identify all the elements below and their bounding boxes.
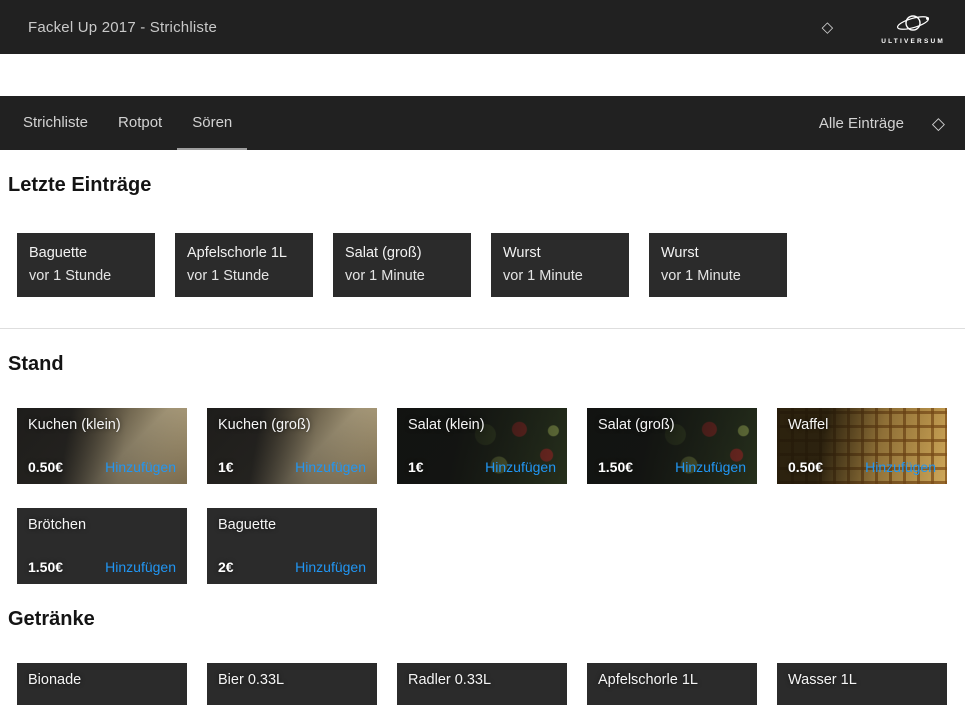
product-card: Radler 0.33L (397, 663, 567, 705)
product-name: Brötchen (28, 517, 86, 533)
product-name: Waffel (788, 417, 828, 433)
product-name: Apfelschorle 1L (598, 672, 698, 688)
product-price: 1.50€ (28, 559, 63, 575)
section-title-recent: Letzte Einträge (8, 174, 957, 197)
product-name: Bionade (28, 672, 81, 688)
app-header: Fackel Up 2017 - Strichliste ◇ ULTIVERSU… (0, 0, 965, 54)
tab-bar: Strichliste Rotpot Sören Alle Einträge ◇ (0, 96, 965, 150)
product-card: Baguette 2€ Hinzufügen (207, 508, 377, 584)
product-price: 1€ (218, 459, 234, 475)
recent-entry-time: vor 1 Minute (661, 265, 775, 288)
page: Fackel Up 2017 - Strichliste ◇ ULTIVERSU… (0, 0, 965, 705)
recent-entry-card[interactable]: Wurst vor 1 Minute (491, 233, 629, 297)
recent-entry-card[interactable]: Apfelschorle 1L vor 1 Stunde (175, 233, 313, 297)
product-price: 0.50€ (28, 459, 63, 475)
product-card: Brötchen 1.50€ Hinzufügen (17, 508, 187, 584)
product-card: Apfelschorle 1L (587, 663, 757, 705)
tab-soeren[interactable]: Sören (177, 96, 247, 150)
logo-text: ULTIVERSUM (881, 38, 945, 45)
product-card: Salat (klein) 1€ Hinzufügen (397, 408, 567, 484)
section-title-drinks: Getränke (8, 608, 957, 631)
product-name: Baguette (218, 517, 276, 533)
product-price: 1€ (408, 459, 424, 475)
recent-entry-card[interactable]: Salat (groß) vor 1 Minute (333, 233, 471, 297)
hinzufuegen-button[interactable]: Hinzufügen (675, 459, 746, 475)
section-title-stand: Stand (8, 353, 957, 376)
main-content: Letzte Einträge Baguette vor 1 Stunde Ap… (0, 174, 965, 705)
recent-entry-name: Salat (groß) (345, 242, 459, 265)
product-card: Wasser 1L (777, 663, 947, 705)
product-card: Salat (groß) 1.50€ Hinzufügen (587, 408, 757, 484)
recent-entry-card[interactable]: Baguette vor 1 Stunde (17, 233, 155, 297)
hinzufuegen-button[interactable]: Hinzufügen (485, 459, 556, 475)
hinzufuegen-button[interactable]: Hinzufügen (105, 459, 176, 475)
recent-entry-time: vor 1 Stunde (187, 265, 301, 288)
ultiversum-logo[interactable]: ULTIVERSUM (881, 10, 951, 45)
recent-entry-name: Apfelschorle 1L (187, 242, 301, 265)
product-name: Wasser 1L (788, 672, 857, 688)
hinzufuegen-button[interactable]: Hinzufügen (865, 459, 936, 475)
recent-entry-name: Wurst (661, 242, 775, 265)
product-card: Bier 0.33L (207, 663, 377, 705)
tab-rotpot[interactable]: Rotpot (103, 96, 177, 150)
tab-strichliste[interactable]: Strichliste (8, 96, 103, 150)
recent-entry-name: Wurst (503, 242, 617, 265)
product-card: Waffel 0.50€ Hinzufügen (777, 408, 947, 484)
hinzufuegen-button[interactable]: Hinzufügen (295, 459, 366, 475)
product-card: Bionade (17, 663, 187, 705)
app-title: Fackel Up 2017 - Strichliste (28, 19, 217, 36)
product-price: 0.50€ (788, 459, 823, 475)
recent-entry-name: Baguette (29, 242, 143, 265)
recent-entry-card[interactable]: Wurst vor 1 Minute (649, 233, 787, 297)
section-divider (0, 328, 965, 329)
product-price: 2€ (218, 559, 234, 575)
header-actions: ◇ ULTIVERSUM (822, 10, 951, 45)
product-name: Kuchen (groß) (218, 417, 311, 433)
product-name: Bier 0.33L (218, 672, 284, 688)
product-card: Kuchen (groß) 1€ Hinzufügen (207, 408, 377, 484)
product-name: Salat (groß) (598, 417, 675, 433)
recent-entry-time: vor 1 Minute (503, 265, 617, 288)
tabbar-diamond-icon[interactable]: ◇ (932, 115, 945, 132)
hinzufuegen-button[interactable]: Hinzufügen (105, 559, 176, 575)
recent-entry-time: vor 1 Minute (345, 265, 459, 288)
product-name: Radler 0.33L (408, 672, 491, 688)
tabbar-right: Alle Einträge ◇ (819, 96, 945, 150)
header-diamond-icon[interactable]: ◇ (822, 20, 834, 35)
alle-eintraege-link[interactable]: Alle Einträge (819, 115, 904, 132)
stand-product-grid: Kuchen (klein) 0.50€ Hinzufügen Kuchen (… (17, 408, 965, 584)
product-card: Kuchen (klein) 0.50€ Hinzufügen (17, 408, 187, 484)
recent-entry-time: vor 1 Stunde (29, 265, 143, 288)
product-name: Kuchen (klein) (28, 417, 121, 433)
drinks-product-grid: Bionade Bier 0.33L Radler 0.33L Apfelsch… (17, 663, 965, 705)
product-name: Salat (klein) (408, 417, 485, 433)
recent-entries-row: Baguette vor 1 Stunde Apfelschorle 1L vo… (17, 233, 965, 297)
planet-icon (885, 10, 941, 36)
hinzufuegen-button[interactable]: Hinzufügen (295, 559, 366, 575)
product-price: 1.50€ (598, 459, 633, 475)
